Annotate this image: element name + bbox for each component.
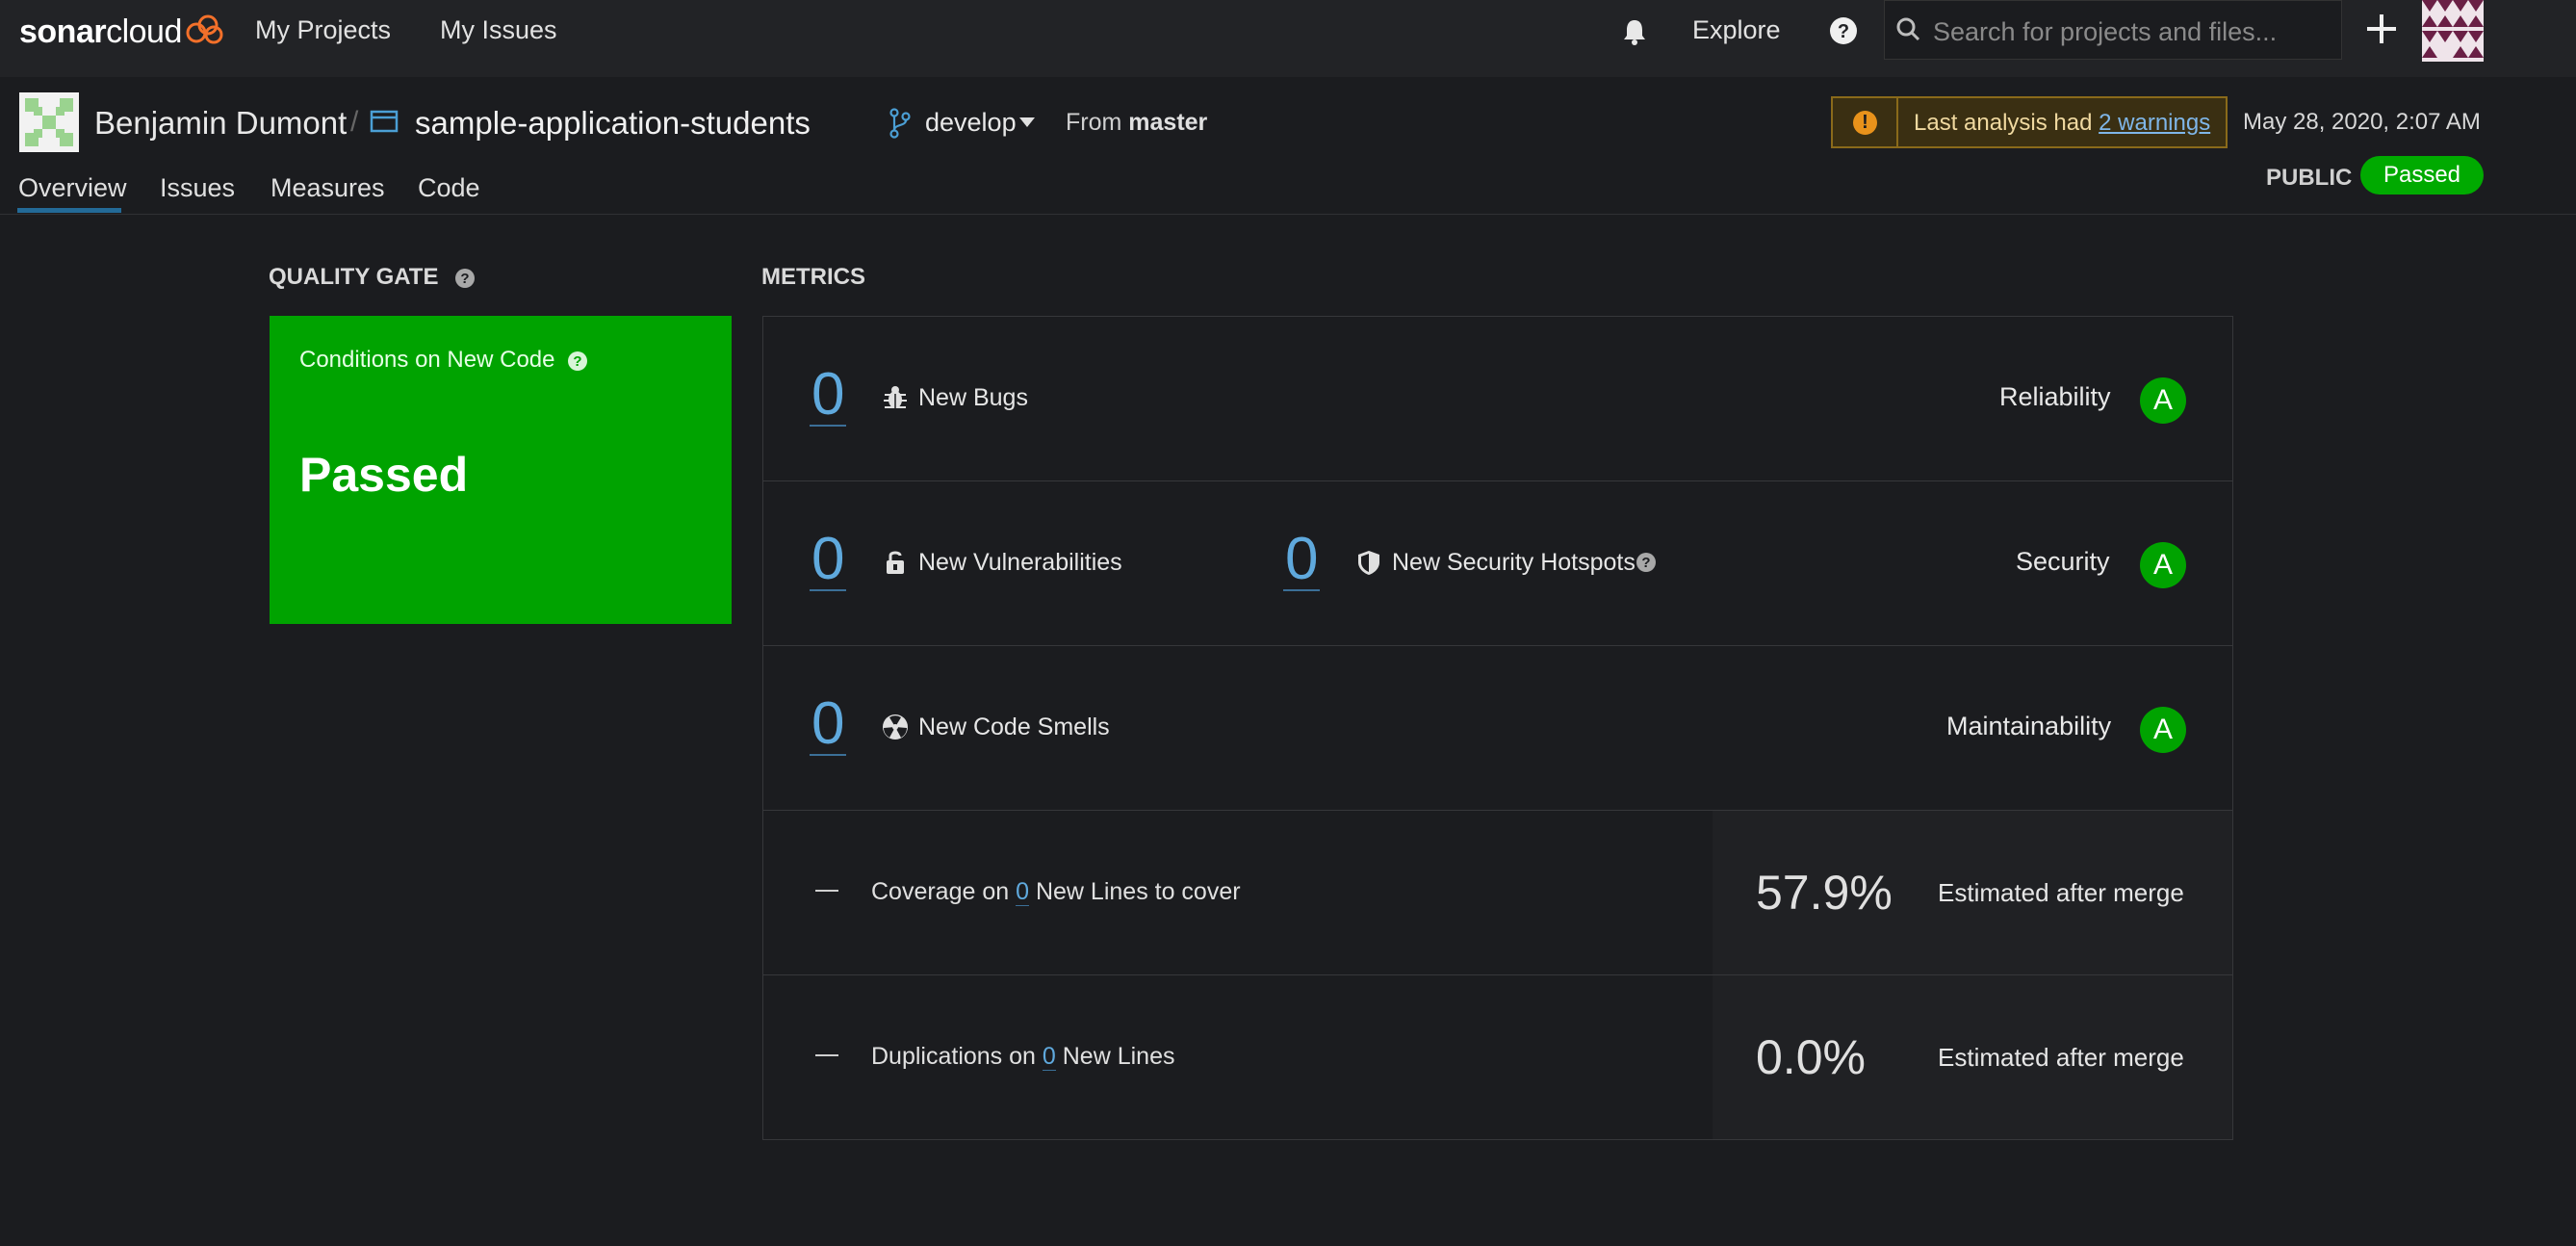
nav-my-projects[interactable]: My Projects <box>255 15 391 45</box>
analysis-warning-banner: ! Last analysis had 2 warnings <box>1831 96 2228 148</box>
reliability-rating[interactable]: A <box>2140 377 2186 424</box>
top-navbar: sonarcloud My Projects My Issues Explore… <box>0 0 2576 77</box>
coverage-estimate-label: Estimated after merge <box>1938 878 2184 907</box>
new-code-smells-label: New Code Smells <box>918 714 1110 740</box>
new-hotspots-label: New Security Hotspots <box>1392 549 1636 576</box>
duplications-label: Duplications on 0 New Lines <box>871 1043 1174 1071</box>
help-icon[interactable]: ? <box>454 268 476 289</box>
quality-gate-heading: QUALITY GATE ? <box>269 264 476 291</box>
nav-my-issues[interactable]: My Issues <box>440 15 557 45</box>
user-avatar[interactable] <box>2422 0 2484 62</box>
header-divider <box>0 214 2576 215</box>
organization-link[interactable]: Benjamin Dumont <box>94 105 347 142</box>
new-vulnerabilities-count[interactable]: 0 <box>810 530 847 591</box>
conditions-label: Conditions on New Code ? <box>299 347 588 374</box>
maintainability-rating[interactable]: A <box>2140 707 2186 753</box>
reliability-label: Reliability <box>1999 382 2111 411</box>
lock-icon <box>887 551 904 574</box>
duplications-estimate-value[interactable]: 0.0% <box>1756 1029 1866 1085</box>
new-bugs-count[interactable]: 0 <box>810 365 847 427</box>
from-prefix: From <box>1066 109 1122 136</box>
conditions-text: Conditions on New Code <box>299 347 555 373</box>
help-icon[interactable]: ? <box>567 350 588 372</box>
security-row: 0 New Vulnerabilities 0 New Security Hot… <box>763 481 2232 646</box>
new-hotspots-count[interactable]: 0 <box>1283 530 1321 591</box>
visibility-badge: PUBLIC <box>2266 165 2353 191</box>
warning-message: Last analysis had 2 warnings <box>1914 110 2210 137</box>
duplications-new-lines-count[interactable]: 0 <box>1042 1043 1056 1071</box>
project-avatar <box>19 92 79 152</box>
tab-measures[interactable]: Measures <box>270 173 385 203</box>
new-bugs-label: New Bugs <box>918 384 1028 411</box>
branch-icon <box>889 108 911 139</box>
coverage-dash <box>815 890 838 892</box>
svg-text:?: ? <box>574 353 582 370</box>
tab-code[interactable]: Code <box>418 173 480 203</box>
shield-icon <box>1358 551 1379 575</box>
coverage-row: Coverage on 0 New Lines to cover 57.9% E… <box>763 811 2232 975</box>
maintainability-label: Maintainability <box>1946 712 2112 740</box>
warning-text: Last analysis had <box>1914 110 2093 136</box>
duplications-dash <box>815 1054 838 1056</box>
warning-icon: ! <box>1853 111 1877 135</box>
duplications-estimate-label: Estimated after merge <box>1938 1043 2184 1072</box>
help-icon[interactable]: ? <box>1829 16 1858 45</box>
duplications-suffix: New Lines <box>1062 1043 1175 1070</box>
repository-icon <box>370 110 399 133</box>
maintainability-row: 0 New Code Smells Maintainability A <box>763 646 2232 811</box>
sonarcloud-logo[interactable]: sonarcloud <box>19 13 182 51</box>
coverage-suffix: New Lines to cover <box>1035 878 1241 905</box>
plus-icon[interactable] <box>2364 12 2399 46</box>
bug-icon <box>884 386 907 408</box>
from-branch: From master <box>1066 109 1207 137</box>
branch-selector[interactable]: develop <box>925 108 1017 138</box>
chevron-down-icon[interactable] <box>1019 117 1035 127</box>
search-input[interactable] <box>1931 13 2330 51</box>
search-box[interactable] <box>1884 0 2342 60</box>
quality-gate-card: Conditions on New Code ? Passed <box>270 316 732 624</box>
svg-text:?: ? <box>1641 555 1650 571</box>
nav-explore[interactable]: Explore <box>1692 15 1781 45</box>
bell-icon[interactable] <box>1621 17 1648 46</box>
coverage-label: Coverage on 0 New Lines to cover <box>871 878 1241 906</box>
breadcrumb-separator: / <box>350 106 359 138</box>
coverage-estimate-value[interactable]: 57.9% <box>1756 865 1893 921</box>
search-icon <box>1896 17 1920 41</box>
new-code-smells-count[interactable]: 0 <box>810 694 847 756</box>
from-branch-name: master <box>1128 109 1208 136</box>
active-tab-indicator <box>17 208 121 213</box>
logo-text-bold: sonar <box>19 13 107 50</box>
tab-issues[interactable]: Issues <box>160 173 235 203</box>
logo-text-light: cloud <box>106 13 182 50</box>
quality-gate-status: Passed <box>299 448 469 502</box>
security-label: Security <box>2016 547 2110 576</box>
metrics-panel: 0 New Bugs Reliability A 0 New Vulnerabi… <box>762 316 2233 1140</box>
duplications-row: Duplications on 0 New Lines 0.0% Estimat… <box>763 975 2232 1140</box>
quality-gate-title: QUALITY GATE <box>269 264 439 290</box>
warnings-link[interactable]: 2 warnings <box>2099 110 2210 136</box>
project-name[interactable]: sample-application-students <box>415 105 811 142</box>
security-rating[interactable]: A <box>2140 542 2186 588</box>
help-icon[interactable]: ? <box>1636 552 1657 573</box>
warning-icon-box: ! <box>1833 98 1898 146</box>
quality-gate-status-badge: Passed <box>2360 156 2484 195</box>
coverage-prefix: Coverage on <box>871 878 1010 905</box>
tab-overview[interactable]: Overview <box>18 173 127 203</box>
reliability-row: 0 New Bugs Reliability A <box>763 317 2232 481</box>
analysis-date: May 28, 2020, 2:07 AM <box>2243 109 2481 135</box>
duplications-prefix: Duplications on <box>871 1043 1036 1070</box>
code-smell-icon <box>883 714 908 740</box>
cloud-logo-icon <box>186 14 223 44</box>
metrics-heading: METRICS <box>761 264 865 290</box>
svg-text:?: ? <box>1838 21 1849 42</box>
new-vulnerabilities-label: New Vulnerabilities <box>918 549 1122 576</box>
svg-text:?: ? <box>461 271 470 287</box>
coverage-new-lines-count[interactable]: 0 <box>1016 878 1030 906</box>
